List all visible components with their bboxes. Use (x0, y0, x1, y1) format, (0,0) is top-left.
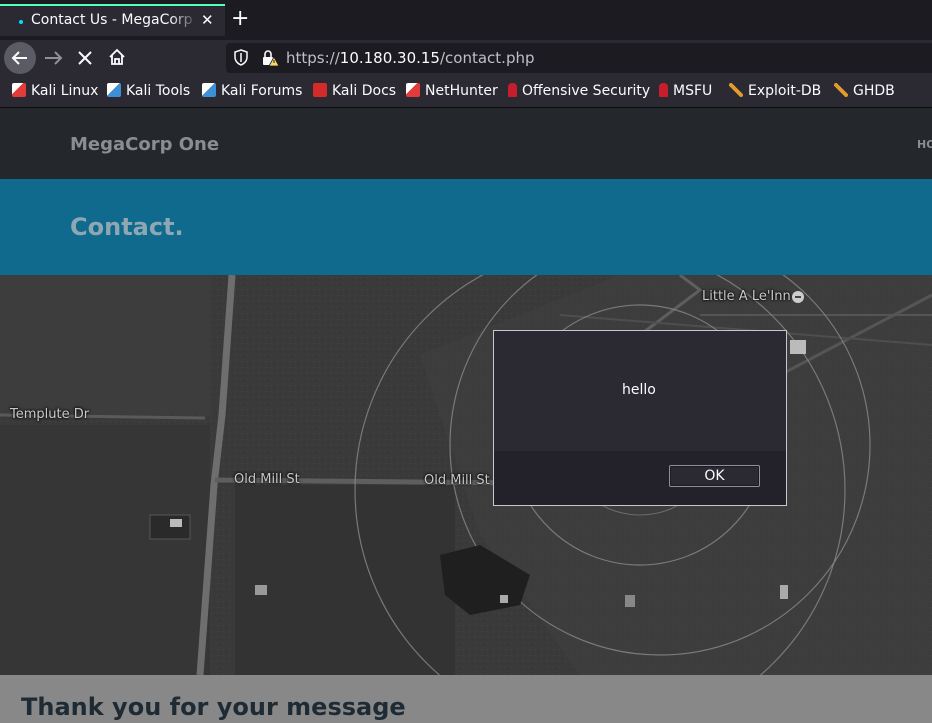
navigation-toolbar: https://10.180.30.15/contact.php (0, 40, 932, 78)
bookmark-kali-linux[interactable]: Kali Linux (12, 83, 98, 99)
map-poi-label: Little A Le'Inn (702, 289, 791, 304)
bookmark-kali-tools[interactable]: Kali Tools (107, 83, 190, 99)
map-road-label-old-mill-1: Old Mill St (234, 472, 300, 487)
bookmark-ghdb[interactable]: GHDB (834, 83, 895, 99)
bookmark-kali-forums[interactable]: Kali Forums (202, 83, 302, 99)
kali-tools-icon (107, 83, 121, 97)
tab-strip: Contact Us - MegaCorp One ✕ + (0, 0, 932, 40)
content-section: Thank you for your message (0, 675, 932, 723)
alert-footer: OK (494, 451, 786, 505)
home-icon (109, 48, 125, 65)
loading-indicator-icon (19, 20, 23, 24)
poi-pin-icon (792, 291, 804, 303)
exploit-db-icon (729, 83, 743, 97)
kali-forums-icon (202, 83, 216, 97)
kali-docs-icon (313, 83, 327, 97)
arrow-right-icon (45, 51, 63, 65)
shield-icon[interactable] (234, 49, 248, 70)
site-brand[interactable]: MegaCorp One (70, 134, 219, 155)
thank-you-heading: Thank you for your message (21, 693, 406, 721)
url-bar[interactable]: https://10.180.30.15/contact.php (226, 43, 932, 73)
offsec-icon (508, 83, 517, 97)
nethunter-icon (406, 83, 420, 97)
bookmark-msfu[interactable]: MSFU (659, 83, 712, 99)
site-navbar: MegaCorp One HO (0, 108, 932, 179)
bookmark-kali-docs[interactable]: Kali Docs (313, 83, 396, 99)
close-tab-icon[interactable]: ✕ (201, 11, 214, 29)
arrow-left-icon (11, 51, 27, 65)
home-button[interactable] (107, 47, 127, 71)
map-road-label-old-mill-2: Old Mill St (424, 473, 490, 488)
back-button[interactable] (4, 42, 36, 74)
close-icon (78, 51, 92, 65)
stop-loading-button[interactable] (76, 49, 94, 71)
msfu-icon (659, 83, 668, 97)
ok-button[interactable]: OK (669, 465, 760, 487)
bookmarks-toolbar: Kali Linux Kali Tools Kali Forums Kali D… (0, 78, 932, 108)
alert-message: hello (622, 382, 656, 398)
forward-button[interactable] (42, 48, 64, 72)
bookmark-nethunter[interactable]: NetHunter (406, 83, 498, 99)
kali-dragon-icon (12, 83, 26, 97)
bookmark-offensive-security[interactable]: Offensive Security (508, 83, 650, 99)
page-header-band: Contact. (0, 179, 932, 275)
map-road-label-templute: Templute Dr (10, 407, 90, 422)
page-title: Contact. (70, 213, 184, 241)
satellite-map[interactable]: Little A Le'Inn Templute Dr Old Mill St … (0, 275, 932, 675)
insecure-lock-icon[interactable] (261, 49, 280, 71)
tab-contact-us[interactable]: Contact Us - MegaCorp One ✕ (0, 4, 225, 36)
ghdb-icon (834, 83, 848, 97)
nav-home-link[interactable]: HO (917, 138, 932, 151)
bookmark-exploit-db[interactable]: Exploit-DB (729, 83, 821, 99)
url-text[interactable]: https://10.180.30.15/contact.php (286, 49, 535, 67)
alert-dialog: hello OK (493, 330, 787, 506)
new-tab-button[interactable]: + (231, 6, 249, 32)
